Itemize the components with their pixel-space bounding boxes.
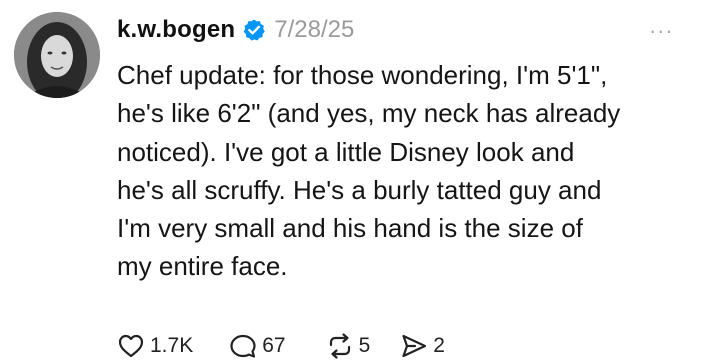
- like-button[interactable]: 1.7K: [117, 332, 193, 360]
- like-count: 1.7K: [150, 334, 194, 357]
- send-icon: [402, 334, 427, 358]
- share-count: 2: [433, 334, 445, 357]
- repost-button[interactable]: 5: [326, 332, 371, 360]
- more-options-button[interactable]: ...: [650, 15, 674, 37]
- share-button[interactable]: 2: [400, 332, 445, 360]
- reply-button[interactable]: 67: [229, 332, 286, 360]
- repost-icon: [329, 333, 350, 359]
- comment-bubble-icon: [230, 334, 256, 358]
- post-actions: 1.7K 67 5 2: [117, 330, 445, 362]
- heart-icon: [118, 334, 144, 358]
- post-date: 7/28/25: [274, 16, 355, 43]
- avatar-image: [14, 12, 100, 98]
- post-header: k.w.bogen 7/28/25: [117, 14, 354, 46]
- repost-count: 5: [358, 334, 371, 357]
- username[interactable]: k.w.bogen: [117, 16, 235, 44]
- reply-count: 67: [262, 334, 286, 357]
- post-text: Chef update: for those wondering, I'm 5'…: [117, 60, 621, 282]
- avatar[interactable]: [14, 12, 100, 98]
- verified-badge-icon: [242, 18, 266, 42]
